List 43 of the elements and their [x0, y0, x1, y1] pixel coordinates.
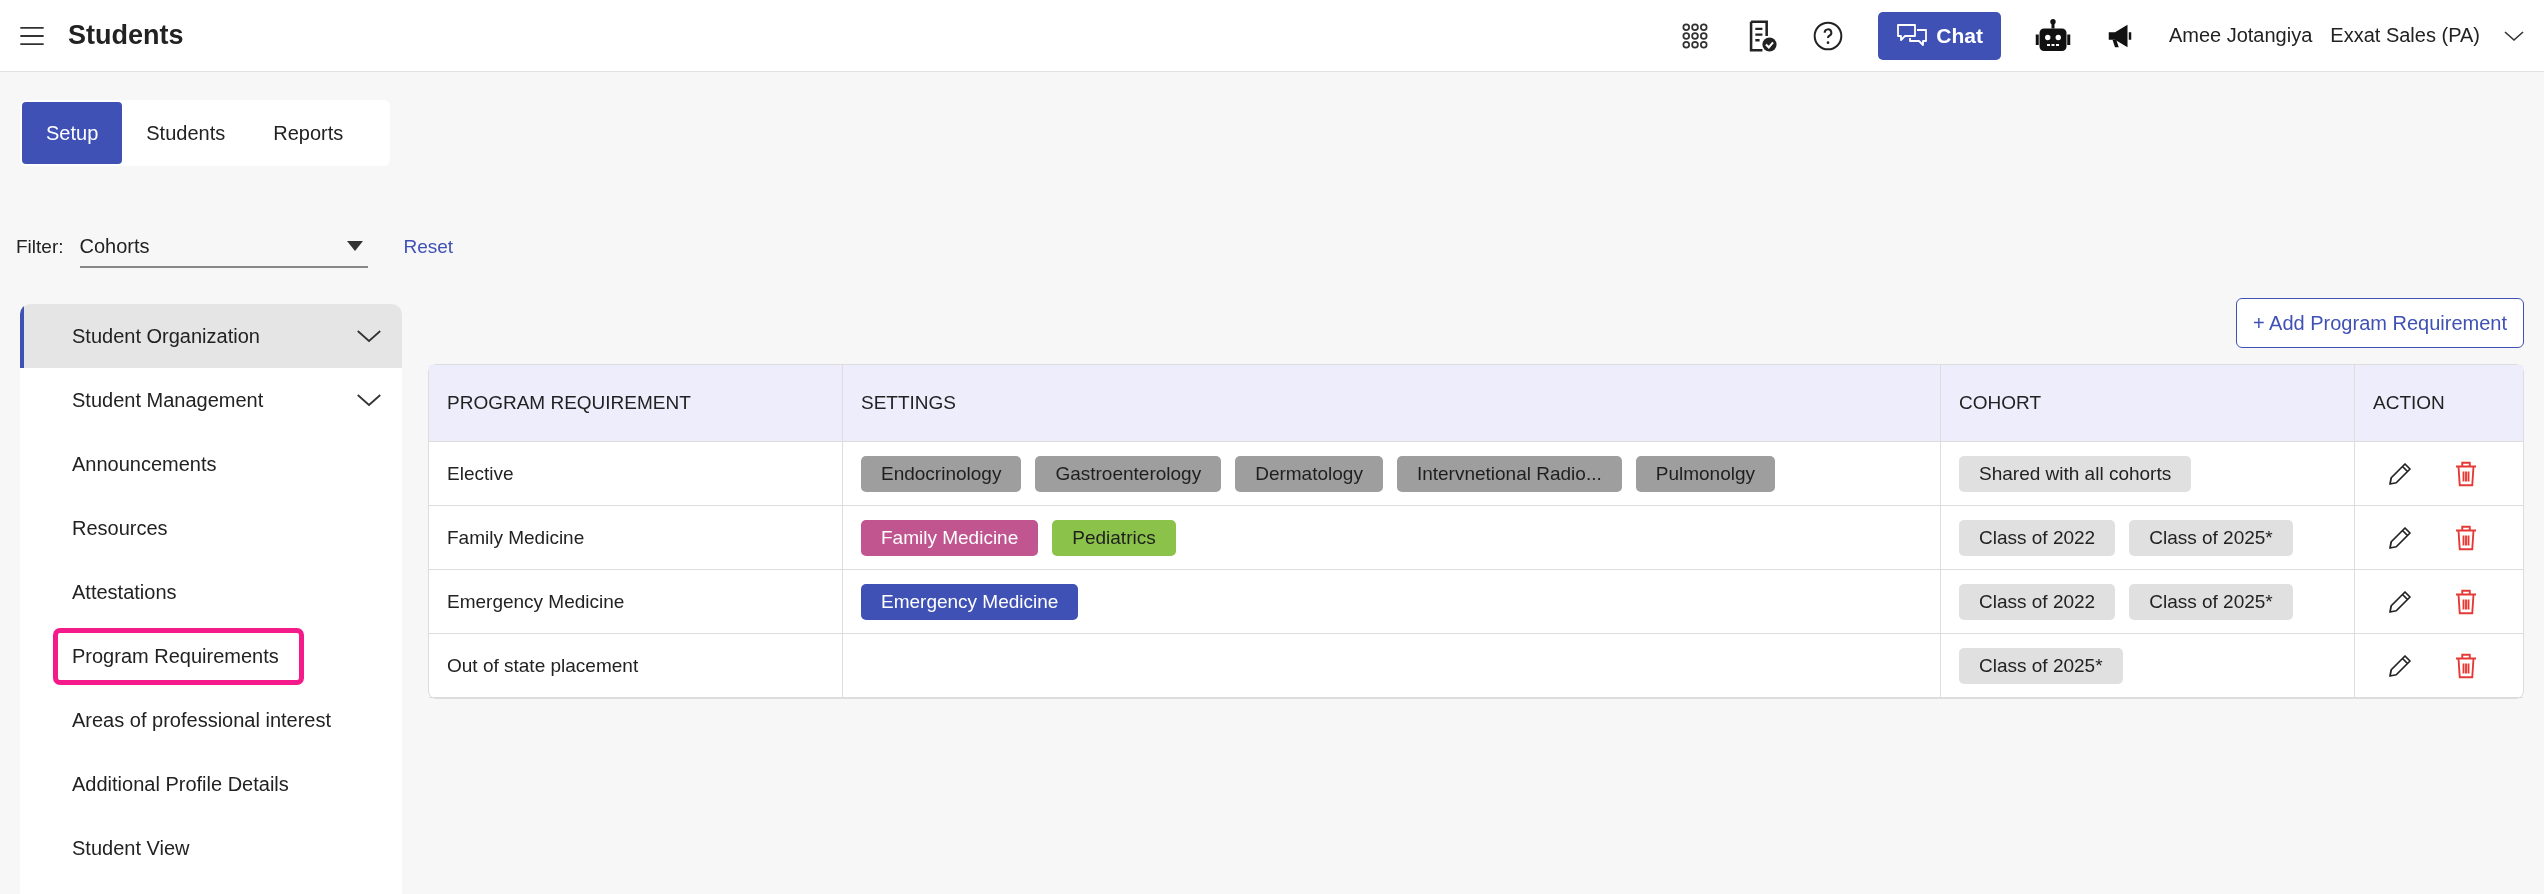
cohort-tag: Class of 2025*	[2129, 583, 2293, 620]
robot-icon[interactable]	[2034, 17, 2071, 54]
column-header: COHORT	[1941, 365, 2355, 442]
setting-tag: Gastroenterology	[1035, 455, 1222, 492]
table-cell: Elective	[429, 442, 843, 506]
table-cell: Emergency Medicine	[429, 570, 843, 634]
sidebar-item[interactable]: Areas of professional interest	[20, 688, 402, 752]
sidebar-item[interactable]: Student Organization	[20, 304, 402, 368]
sidebar-item[interactable]: Program Requirements	[20, 624, 402, 688]
reset-link[interactable]: Reset	[403, 236, 454, 258]
setting-tag: Endocrinology	[861, 455, 1022, 492]
chat-button[interactable]: Chat	[1878, 11, 2001, 60]
column-header: ACTION	[2355, 365, 2523, 442]
setting-tag: Pulmonolgy	[1635, 455, 1775, 492]
add-program-requirement-button[interactable]: + Add Program Requirement	[2235, 298, 2524, 348]
table-cell: Family Medicine	[429, 506, 843, 570]
column-header: SETTINGS	[843, 365, 1941, 442]
sidebar-item[interactable]: Attestations	[20, 560, 402, 624]
cohort-select[interactable]: Cohorts	[79, 226, 368, 268]
filter-label: Filter:	[16, 236, 64, 258]
cohort-tag: Class of 2022	[1959, 519, 2116, 556]
dropdown-arrow-icon[interactable]	[345, 240, 364, 252]
sidebar-item[interactable]: Student View	[20, 816, 402, 880]
organization-name[interactable]: Exxat Sales (PA)	[2330, 24, 2480, 47]
setting-tag: Intervnetional Radio...	[1396, 455, 1622, 492]
cohort-tag: Shared with all cohorts	[1959, 455, 2192, 492]
setting-tag: Dermatology	[1235, 455, 1383, 492]
setting-tag: Family Medicine	[861, 519, 1039, 556]
user-name[interactable]: Amee Jotangiya	[2168, 24, 2313, 47]
help-icon[interactable]	[1812, 19, 1845, 52]
setting-tag: Emergency Medicine	[861, 583, 1079, 620]
sidebar-item[interactable]: Student Management	[20, 368, 402, 432]
cohort-tag: Class of 2025*	[2129, 519, 2293, 556]
sidebar-item[interactable]: Announcements	[20, 432, 402, 496]
setting-tag: Pediatrics	[1052, 519, 1176, 556]
tab[interactable]: Setup	[22, 102, 123, 164]
column-header: PROGRAM REQUIREMENT	[429, 365, 843, 442]
sidebar-item[interactable]: Additional Profile Details	[20, 752, 402, 816]
cohort-tag: Class of 2022	[1959, 583, 2116, 620]
cohort-tag: Class of 2025*	[1959, 647, 2123, 684]
sidebar-item[interactable]: Resources	[20, 496, 402, 560]
page-title: Students	[68, 20, 184, 51]
table-cell: Out of state placement	[429, 634, 843, 698]
